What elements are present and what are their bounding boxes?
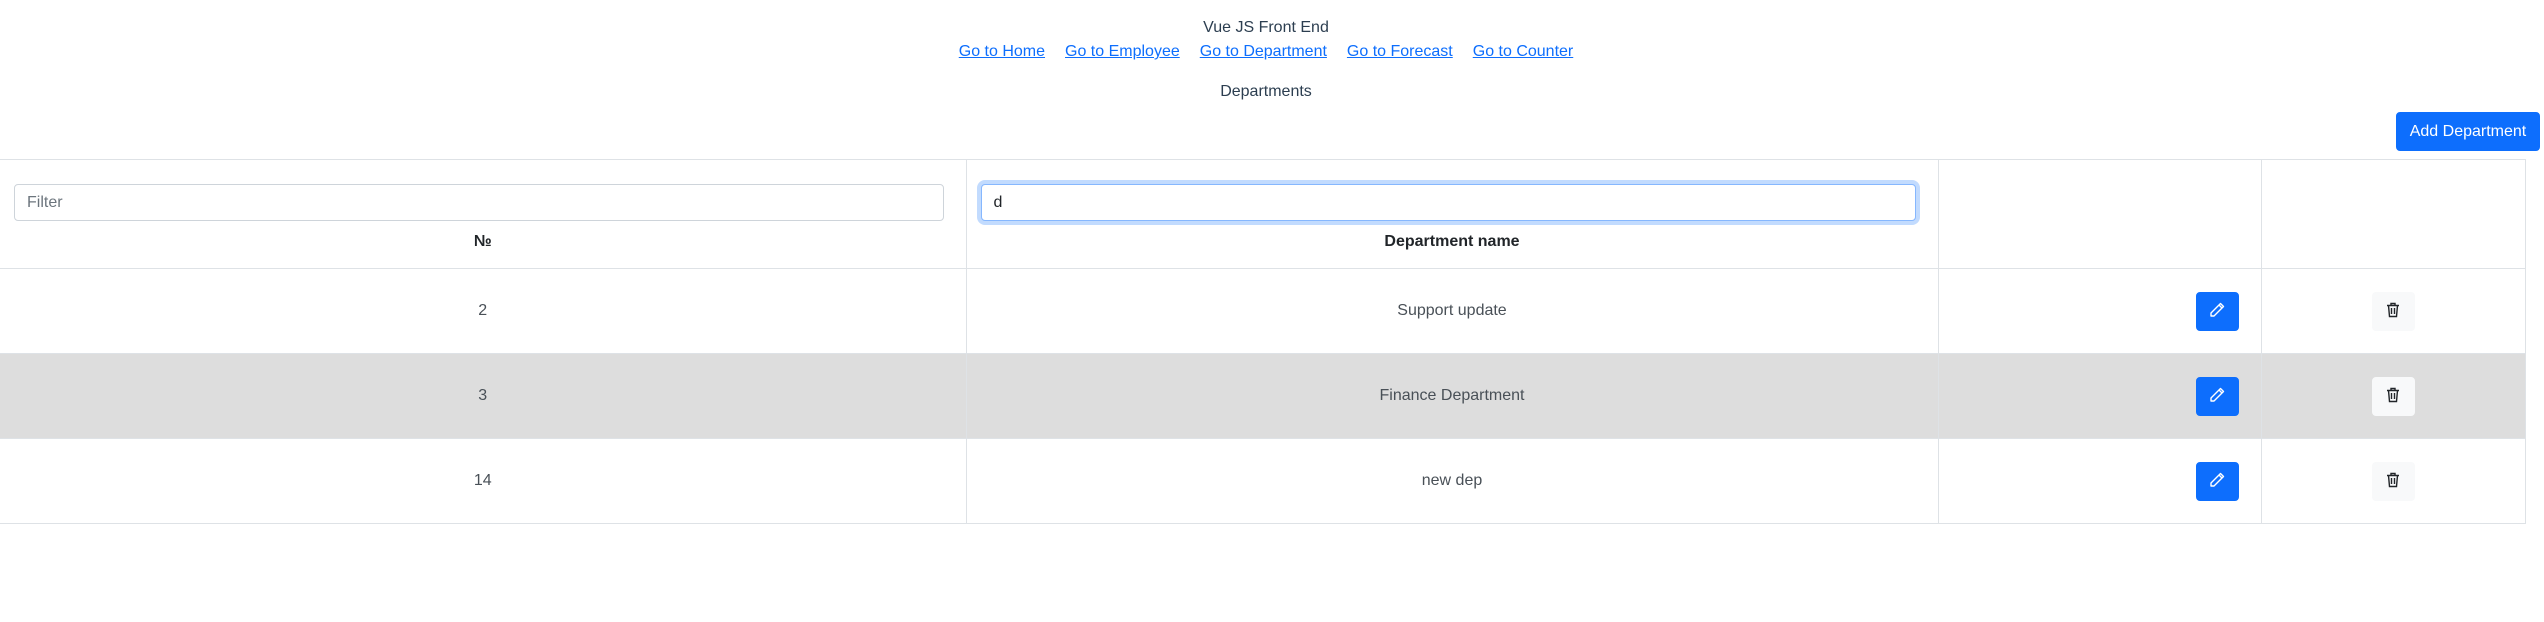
delete-cell: [2260, 438, 2526, 524]
name-column-header: Department name: [965, 159, 1939, 269]
table-row: 3 Finance Department: [0, 353, 2526, 439]
delete-button[interactable]: [2371, 377, 2415, 416]
trash-icon: [2386, 302, 2400, 321]
delete-cell: [2260, 353, 2526, 439]
department-id-cell: 2: [0, 268, 967, 354]
id-filter-input[interactable]: [14, 184, 944, 221]
app-title: Vue JS Front End: [1203, 19, 1329, 36]
add-department-button[interactable]: Add Department: [2396, 112, 2540, 151]
edit-button[interactable]: [2195, 377, 2239, 416]
delete-column-header: [2260, 159, 2526, 269]
pencil-icon: [2209, 302, 2225, 321]
edit-column-header: [1937, 159, 2262, 269]
pencil-icon: [2209, 387, 2225, 406]
id-column-title: №: [473, 233, 492, 250]
department-name-cell: new dep: [965, 438, 1939, 524]
page-title: Departments: [1220, 83, 1312, 100]
trash-icon: [2386, 472, 2400, 491]
department-name-cell: Finance Department: [965, 353, 1939, 439]
name-column-title: Department name: [1384, 233, 1520, 250]
nav-link-counter[interactable]: Go to Counter: [1473, 42, 1574, 62]
edit-button[interactable]: [2195, 292, 2239, 331]
edit-cell: [1937, 438, 2262, 524]
nav-link-forecast[interactable]: Go to Forecast: [1347, 42, 1453, 62]
trash-icon: [2386, 387, 2400, 406]
nav-link-home[interactable]: Go to Home: [959, 42, 1045, 62]
edit-cell: [1937, 353, 2262, 439]
nav-bar: Go to Home Go to Employee Go to Departme…: [0, 42, 2532, 62]
edit-cell: [1937, 268, 2262, 354]
delete-cell: [2260, 268, 2526, 354]
name-filter-input[interactable]: [980, 184, 1916, 221]
delete-button[interactable]: [2371, 462, 2415, 501]
delete-button[interactable]: [2371, 292, 2415, 331]
nav-link-employee[interactable]: Go to Employee: [1065, 42, 1180, 62]
department-id-cell: 14: [0, 438, 967, 524]
department-id-cell: 3: [0, 353, 967, 439]
nav-link-department[interactable]: Go to Department: [1200, 42, 1327, 62]
pencil-icon: [2209, 472, 2225, 491]
table-row: 14 new dep: [0, 438, 2526, 524]
department-name-cell: Support update: [965, 268, 1939, 354]
id-column-header: №: [0, 159, 967, 269]
table-header-row: № Department name: [0, 159, 2526, 269]
edit-button[interactable]: [2195, 462, 2239, 501]
page: Vue JS Front End Go to Home Go to Employ…: [0, 0, 2544, 622]
table-row: 2 Support update: [0, 268, 2526, 354]
departments-table: № Department name 2 Support update: [0, 159, 2526, 524]
